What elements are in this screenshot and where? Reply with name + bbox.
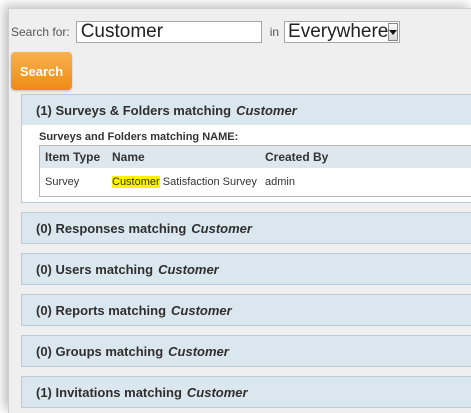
results-subheading: Surveys and Folders matching NAME: xyxy=(39,129,471,145)
search-results: (1) Surveys & Folders matching Customer … xyxy=(21,94,471,413)
name-rest: Satisfaction Survey xyxy=(160,176,257,188)
section-count: (0) xyxy=(36,344,52,359)
section-responses: (0) Responses matching Customer xyxy=(21,212,471,244)
cell-name[interactable]: Customer Satisfaction Survey xyxy=(107,168,260,197)
section-title: Groups matching xyxy=(56,344,164,359)
section-groups: (0) Groups matching Customer xyxy=(21,335,471,367)
section-title: Invitations matching xyxy=(56,385,182,400)
section-count: (0) xyxy=(36,221,52,236)
section-term: Customer xyxy=(187,385,248,400)
section-header-reports[interactable]: (0) Reports matching Customer xyxy=(22,295,471,325)
section-title: Responses matching xyxy=(56,221,187,236)
chevron-down-icon[interactable] xyxy=(388,23,398,41)
column-header-created-by: Created By xyxy=(260,146,471,169)
section-header-surveys[interactable]: (1) Surveys & Folders matching Customer xyxy=(22,95,471,125)
section-term: Customer xyxy=(168,344,229,359)
name-highlight: Customer xyxy=(112,176,160,188)
cell-item-type: Survey xyxy=(40,168,108,197)
section-header-responses[interactable]: (0) Responses matching Customer xyxy=(22,213,471,243)
section-body-surveys: Surveys and Folders matching NAME: Item … xyxy=(22,125,471,202)
section-reports: (0) Reports matching Customer xyxy=(21,294,471,326)
search-window: Search for: in Everywhere Search (1) Sur… xyxy=(8,8,471,413)
section-term: Customer xyxy=(171,303,232,318)
section-count: (1) xyxy=(36,103,52,118)
section-count: (1) xyxy=(36,385,52,400)
section-users: (0) Users matching Customer xyxy=(21,253,471,285)
column-header-name: Name xyxy=(107,146,260,169)
section-surveys: (1) Surveys & Folders matching Customer … xyxy=(21,94,471,203)
section-title: Surveys & Folders matching xyxy=(56,103,232,118)
section-title: Reports matching xyxy=(56,303,167,318)
cell-created-by: admin xyxy=(260,168,471,197)
section-count: (0) xyxy=(36,303,52,318)
search-button[interactable]: Search xyxy=(11,52,72,90)
results-table: Item Type Name Created By Survey Custome… xyxy=(39,145,471,197)
table-row[interactable]: Survey Customer Satisfaction Survey admi… xyxy=(40,168,471,197)
section-header-groups[interactable]: (0) Groups matching Customer xyxy=(22,336,471,366)
section-count: (0) xyxy=(36,262,52,277)
scope-value: Everywhere xyxy=(285,22,388,42)
section-term: Customer xyxy=(236,103,297,118)
section-title: Users matching xyxy=(56,262,154,277)
section-term: Customer xyxy=(191,221,252,236)
search-for-label: Search for: xyxy=(11,25,70,39)
table-header-row: Item Type Name Created By xyxy=(40,146,471,169)
section-invitations: (1) Invitations matching Customer xyxy=(21,376,471,408)
in-label: in xyxy=(270,25,279,39)
section-header-invitations[interactable]: (1) Invitations matching Customer xyxy=(22,377,471,407)
section-header-users[interactable]: (0) Users matching Customer xyxy=(22,254,471,284)
search-input[interactable] xyxy=(76,21,262,43)
section-term: Customer xyxy=(158,262,219,277)
search-bar: Search for: in Everywhere xyxy=(9,19,471,45)
column-header-item-type: Item Type xyxy=(40,146,108,169)
scope-select[interactable]: Everywhere xyxy=(284,21,400,43)
